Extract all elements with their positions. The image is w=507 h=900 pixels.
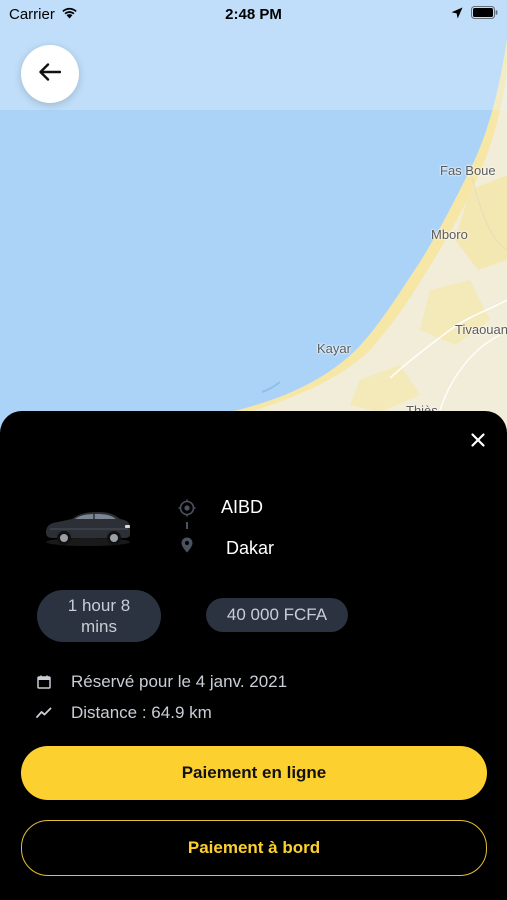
- duration-badge: 1 hour 8 mins: [37, 590, 161, 642]
- calendar-icon: [36, 674, 52, 690]
- distance-text: Distance : 64.9 km: [71, 703, 212, 722]
- trend-icon: [36, 705, 52, 721]
- destination-label: Dakar: [226, 538, 275, 558]
- close-icon: [467, 433, 489, 455]
- status-time: 2:48 PM: [225, 6, 282, 23]
- origin-target-icon: [178, 499, 196, 522]
- reservation-row: Réservé pour le 4 janv. 2021: [36, 672, 287, 692]
- status-bar: Carrier 2:48 PM: [0, 0, 507, 28]
- close-button[interactable]: [467, 429, 489, 451]
- pay-on-board-button[interactable]: Paiement à bord: [21, 820, 487, 876]
- reservation-date: Réservé pour le 4 janv. 2021: [71, 672, 288, 691]
- origin-label: AIBD: [221, 497, 264, 517]
- destination-pin-icon: [181, 537, 193, 558]
- back-button[interactable]: [21, 45, 79, 103]
- battery-icon: [471, 6, 498, 23]
- price-badge: 40 000 FCFA: [206, 598, 348, 632]
- status-bar-right: [451, 6, 498, 23]
- car-icon: [42, 502, 134, 548]
- route-connector: [186, 522, 188, 529]
- price-text: 40 000 FCFA: [226, 605, 328, 624]
- map-label-kayar: Kayar: [317, 341, 351, 356]
- location-arrow-icon: [451, 6, 463, 23]
- pay-online-label: Paiement en ligne: [181, 763, 327, 782]
- pay-on-board-label: Paiement à bord: [187, 838, 321, 857]
- distance-row: Distance : 64.9 km: [36, 703, 212, 723]
- map-label-tivaouane: Tivaouane: [455, 322, 507, 337]
- back-arrow-icon: [39, 62, 62, 86]
- duration-text: 1 hour 8 mins: [67, 596, 131, 636]
- pay-online-button[interactable]: Paiement en ligne: [21, 746, 487, 800]
- map-label-mboro: Mboro: [431, 227, 468, 242]
- map-label-fas-boue: Fas Boue: [440, 163, 496, 178]
